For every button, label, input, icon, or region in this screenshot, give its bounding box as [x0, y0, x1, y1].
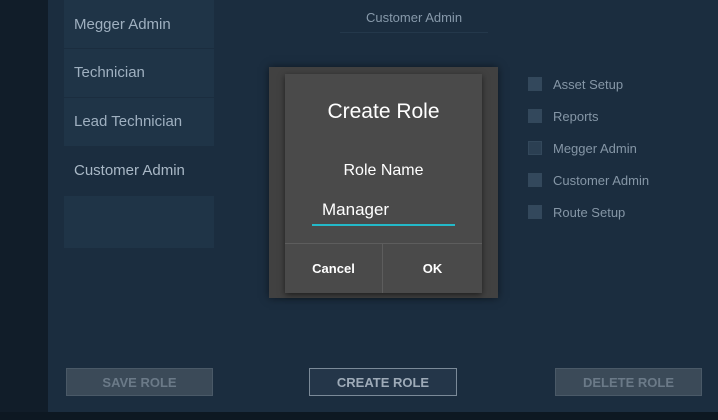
role-name-input[interactable]: [312, 196, 455, 226]
checkbox[interactable]: [528, 205, 542, 219]
delete-role-button[interactable]: DELETE ROLE: [555, 368, 702, 396]
permission-label: Reports: [553, 108, 599, 124]
role-item-lead-technician[interactable]: Lead Technician: [64, 98, 214, 146]
permission-asset-setup[interactable]: Asset Setup: [528, 68, 649, 100]
permission-reports[interactable]: Reports: [528, 100, 649, 132]
role-item-customer-admin[interactable]: Customer Admin: [64, 147, 214, 195]
permission-megger-admin[interactable]: Megger Admin: [528, 132, 649, 164]
permission-label: Route Setup: [553, 204, 626, 220]
permissions-list: Asset Setup Reports Megger Admin Custome…: [528, 68, 649, 228]
checkbox[interactable]: [528, 173, 542, 187]
role-item-megger-admin[interactable]: Megger Admin: [64, 0, 214, 48]
role-name-label: Role Name: [343, 162, 424, 179]
permission-route-setup[interactable]: Route Setup: [528, 196, 649, 228]
permission-label: Megger Admin: [553, 140, 637, 156]
permission-label: Customer Admin: [553, 172, 650, 188]
create-role-dialog: Create Role Role Name Cancel OK: [285, 74, 482, 293]
roles-list: Megger Admin Technician Lead Technician …: [64, 0, 214, 249]
dialog-title: Create Role: [327, 100, 440, 123]
selected-role-header: Customer Admin: [340, 10, 488, 33]
ok-button[interactable]: OK: [383, 244, 482, 293]
role-item-technician[interactable]: Technician: [64, 49, 214, 97]
bottom-strip: [0, 412, 718, 420]
checkbox[interactable]: [528, 77, 542, 91]
role-item-empty[interactable]: [64, 196, 214, 248]
create-role-button[interactable]: CREATE ROLE: [309, 368, 457, 396]
permission-customer-admin[interactable]: Customer Admin: [528, 164, 649, 196]
checkbox[interactable]: [528, 141, 542, 155]
cancel-button[interactable]: Cancel: [285, 244, 382, 293]
permission-label: Asset Setup: [553, 76, 624, 92]
checkbox[interactable]: [528, 109, 542, 123]
save-role-button[interactable]: SAVE ROLE: [66, 368, 213, 396]
